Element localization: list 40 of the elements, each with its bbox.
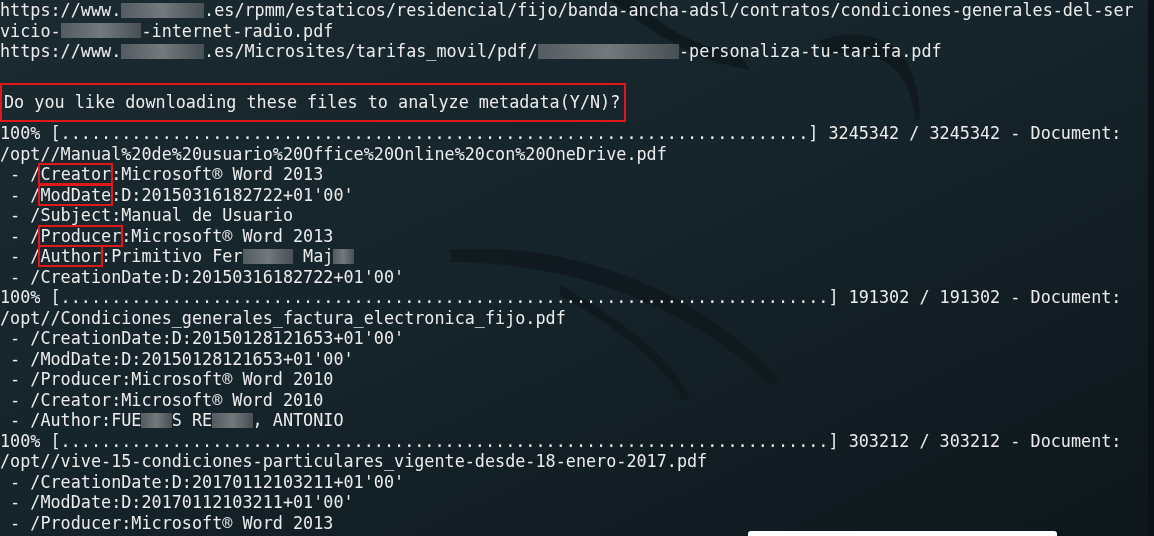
url-text: -personaliza-tu-tarifa.pdf <box>678 41 942 62</box>
metadata-text: - /ModDate:D:20150128121653+01'00' <box>9 348 354 369</box>
metadata-text: S RE <box>171 410 213 431</box>
metadata-text: Maj <box>302 246 334 267</box>
metadata-text: - / <box>9 246 41 267</box>
metadata-key: Creator <box>40 165 112 184</box>
metadata-text: - /Producer:Microsoft® Word 2010 <box>9 369 334 390</box>
metadata-text: - / <box>9 225 41 246</box>
file-path: /opt//vive-15-condiciones-particulares_vigente-desde-18-enero-2017.pdf <box>0 451 708 472</box>
metadata-text: - /Creator:Microsoft® Word 2010 <box>9 389 324 410</box>
url-text: -internet-radio.pdf <box>141 20 334 41</box>
file-path: /opt//Manual%20de%20usuario%20Office%20Online%20con%20OneDrive.pdf <box>0 143 667 164</box>
redacted-block <box>212 412 253 428</box>
metadata-text: - /ModDate:D:20170112103211+01'00' <box>9 492 354 513</box>
metadata-key: Producer <box>40 226 122 245</box>
metadata-text: - /CreationDate:D:20150128121653+01'00' <box>9 328 405 349</box>
url-text: .es/rpmm/estaticos/residencial/fijo/banda-ancha-adsl/contratos/condiciones-generales-del-ser <box>204 0 1134 21</box>
metadata-text: - / <box>9 164 41 185</box>
metadata-key: ModDate <box>40 185 112 204</box>
url-text: vicio- <box>0 20 61 41</box>
metadata-text: - /Subject:Manual de Usuario <box>9 205 293 226</box>
metadata-text: - /CreationDate:D:20150316182722+01'00' <box>9 266 405 287</box>
redacted-block <box>141 412 172 428</box>
metadata-text: :D:20150316182722+01'00' <box>111 184 354 205</box>
url-text: https://www. <box>0 0 122 21</box>
metadata-text: - /CreationDate:D:20170112103211+01'00' <box>9 471 405 492</box>
progress-text: 100% [............................................................................] 303212 / 303212 - Document: <box>0 430 1122 451</box>
progress-text: 100% [............................................................................] 191302 / 191302 - Document: <box>0 287 1122 308</box>
url-text: https://www. <box>0 41 122 62</box>
metadata-text: - / <box>9 184 41 205</box>
prompt-text: Do you like downloading these files to analyze metadata(Y/N)? <box>0 83 627 122</box>
metadata-text: , ANTONIO <box>252 410 344 431</box>
metadata-text: - /Author:FUE <box>9 410 142 431</box>
file-path: /opt//Condiciones_generales_factura_electronica_fijo.pdf <box>0 307 566 328</box>
metadata-text: - /Producer:Microsoft® Word 2013 <box>9 512 334 533</box>
metadata-key: Author <box>40 247 102 266</box>
redacted-block <box>242 248 293 264</box>
url-text: .es/Microsites/tarifas_movil/pdf/ <box>204 41 538 62</box>
redacted-block <box>333 248 354 264</box>
progress-text: 100% [..........................................................................] 3245342 / 3245342 - Document: <box>0 123 1122 144</box>
